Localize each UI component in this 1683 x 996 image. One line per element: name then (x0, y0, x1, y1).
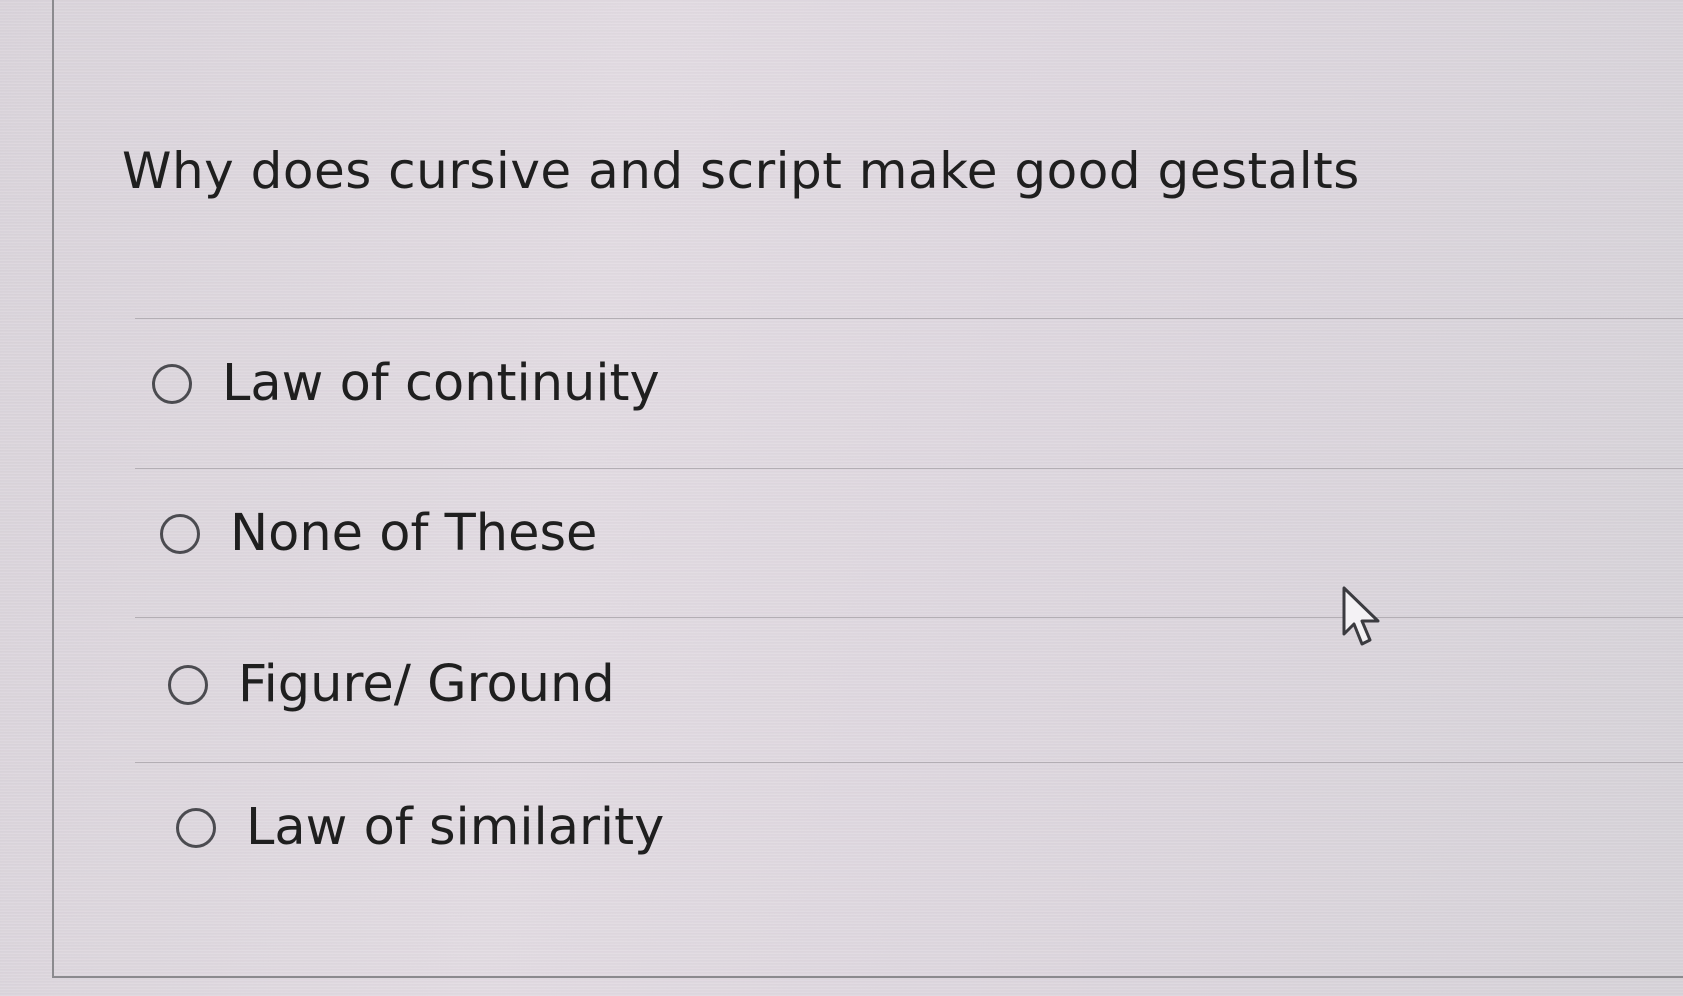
answer-option-none-of-these[interactable]: None of These (160, 504, 597, 563)
divider (135, 468, 1683, 469)
answer-option-figure-ground[interactable]: Figure/ Ground (168, 655, 615, 714)
mouse-pointer-icon (1342, 586, 1380, 646)
question-text: Why does cursive and script make good ge… (122, 142, 1360, 200)
option-label: Law of continuity (222, 354, 660, 413)
radio-button-icon[interactable] (176, 807, 216, 848)
divider (135, 617, 1683, 618)
option-label: Figure/ Ground (238, 655, 615, 714)
divider (135, 762, 1683, 763)
option-label: None of These (230, 504, 598, 563)
radio-button-icon[interactable] (152, 363, 192, 404)
answer-option-law-of-continuity[interactable]: Law of continuity (152, 354, 660, 413)
radio-button-icon[interactable] (168, 664, 208, 705)
divider (135, 318, 1683, 319)
option-label: Law of similarity (246, 798, 665, 857)
answer-option-law-of-similarity[interactable]: Law of similarity (176, 798, 664, 857)
radio-button-icon[interactable] (160, 513, 200, 554)
